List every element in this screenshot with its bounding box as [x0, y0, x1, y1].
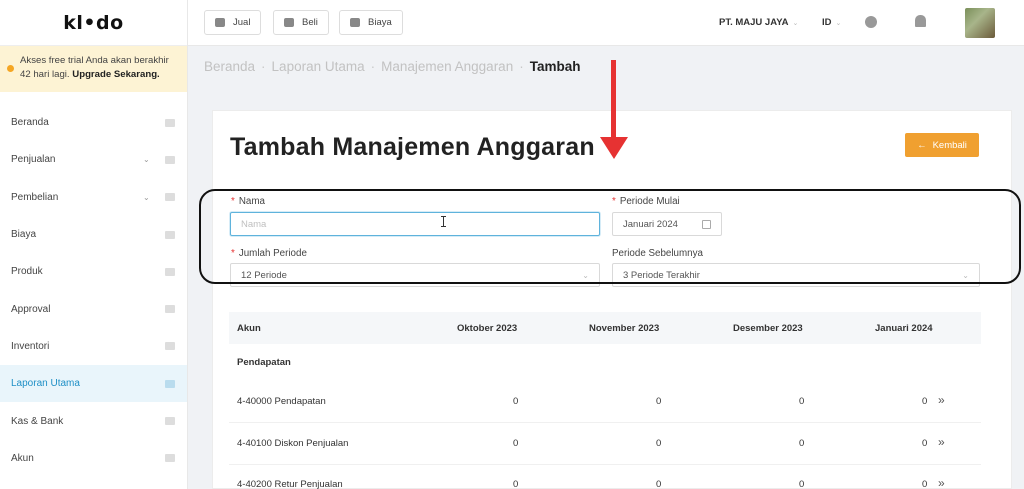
cell-value[interactable]: 0	[922, 438, 927, 449]
chevron-down-icon: ⌄	[792, 20, 799, 27]
sidebar-item-label: Approval	[11, 303, 51, 315]
sidebar-item-label: Beranda	[11, 117, 49, 129]
back-label: Kembali	[932, 139, 967, 151]
cell-value[interactable]: 0	[799, 396, 804, 407]
sidebar-item-label: Produk	[11, 266, 43, 278]
breadcrumb-beranda[interactable]: Beranda	[204, 59, 255, 74]
sidebar-item-penjualan[interactable]: Penjualan ⌄	[0, 141, 187, 178]
chart-icon	[165, 379, 175, 388]
chevron-down-icon: ⌄	[835, 20, 842, 27]
logo-area: kl•do	[0, 0, 187, 46]
sidebar-item-biaya[interactable]: Biaya	[0, 216, 187, 253]
annotation-arrow-head	[600, 137, 628, 159]
sidebar-item-approval[interactable]: Approval	[0, 290, 187, 327]
beli-button[interactable]: Beli	[273, 10, 329, 35]
akun-name: 4-40100 Diskon Penjualan	[237, 438, 349, 449]
annotation-highlight-box	[199, 189, 1021, 284]
col-januari: Januari 2024	[875, 323, 933, 334]
akun-name: 4-40000 Pendapatan	[237, 396, 326, 407]
cell-value[interactable]: 0	[513, 438, 518, 449]
cell-value[interactable]: 0	[513, 396, 518, 407]
logo[interactable]: kl•do	[63, 12, 123, 34]
col-desember: Desember 2023	[733, 323, 803, 334]
trial-banner: Akses free trial Anda akan berakhir 42 h…	[0, 46, 187, 92]
row-divider	[229, 464, 981, 465]
wallet-icon	[165, 230, 175, 239]
sidebar: kl•do Akses free trial Anda akan berakhi…	[0, 0, 188, 489]
biaya-button[interactable]: Biaya	[339, 10, 403, 35]
language-selector[interactable]: ID ⌄	[822, 17, 841, 28]
table-header: Akun Oktober 2023 November 2023 Desember…	[229, 312, 981, 344]
avatar[interactable]	[965, 8, 995, 38]
beli-label: Beli	[302, 17, 318, 28]
col-akun: Akun	[237, 323, 261, 334]
company-name: PT. MAJU JAYA	[719, 17, 789, 28]
top-bar: Jual Beli Biaya PT. MAJU JAYA ⌄ ID ⌄	[188, 0, 1024, 46]
sidebar-item-pembelian[interactable]: Pembelian ⌄	[0, 179, 187, 216]
breadcrumb-manajemen-anggaran[interactable]: Manajemen Anggaran	[381, 59, 513, 74]
cart-icon	[165, 155, 175, 164]
warehouse-icon	[165, 342, 175, 351]
sidebar-item-label: Laporan Utama	[11, 378, 80, 390]
bag-icon	[165, 193, 175, 202]
sidebar-item-label: Kas & Bank	[11, 415, 64, 427]
arrow-left-icon: ←	[917, 139, 927, 151]
sidebar-item-beranda[interactable]: Beranda	[0, 104, 187, 141]
sidebar-nav: Beranda Penjualan ⌄ Pembelian ⌄ Biaya Prod…	[0, 104, 187, 477]
sidebar-item-label: Pembelian	[11, 191, 59, 203]
chevron-down-icon: ⌄	[143, 192, 150, 202]
annotation-arrow-shaft	[611, 60, 616, 138]
check-icon	[165, 305, 175, 314]
sidebar-item-kas-bank[interactable]: Kas & Bank	[0, 402, 187, 439]
back-button[interactable]: ← Kembali	[905, 133, 979, 157]
warning-dot-icon	[7, 65, 14, 72]
akun-name: 4-40200 Retur Penjualan	[237, 479, 343, 489]
home-icon	[165, 118, 175, 127]
sidebar-item-label: Akun	[11, 452, 34, 464]
upgrade-link[interactable]: Upgrade Sekarang.	[72, 69, 159, 80]
sidebar-item-label: Penjualan	[11, 154, 56, 166]
cell-value[interactable]: 0	[656, 479, 661, 489]
col-november: November 2023	[589, 323, 660, 334]
cart-icon	[215, 18, 225, 27]
language-code: ID	[822, 17, 832, 28]
wallet-icon	[350, 18, 360, 27]
jual-label: Jual	[233, 17, 251, 28]
cell-value[interactable]: 0	[922, 479, 927, 489]
sidebar-item-inventori[interactable]: Inventori	[0, 328, 187, 365]
sidebar-item-laporan-utama[interactable]: Laporan Utama	[0, 365, 187, 403]
breadcrumb-laporan-utama[interactable]: Laporan Utama	[272, 59, 365, 74]
cell-value[interactable]: 0	[799, 479, 804, 489]
breadcrumb: Beranda · Laporan Utama · Manajemen Anggaran…	[204, 59, 581, 74]
double-chevron-right-icon[interactable]: »	[938, 435, 945, 449]
col-oktober: Oktober 2023	[457, 323, 518, 334]
double-chevron-right-icon[interactable]: »	[938, 393, 945, 407]
row-divider	[229, 422, 981, 423]
cell-value[interactable]: 0	[656, 438, 661, 449]
company-selector[interactable]: PT. MAJU JAYA ⌄	[719, 17, 798, 28]
sidebar-item-label: Inventori	[11, 340, 50, 352]
double-chevron-right-icon[interactable]: »	[938, 476, 945, 489]
coin-icon	[165, 417, 175, 426]
sidebar-item-akun[interactable]: Akun	[0, 440, 187, 477]
breadcrumb-current: Tambah	[529, 59, 581, 74]
form-card	[212, 110, 1012, 489]
cell-value[interactable]: 0	[513, 479, 518, 489]
chevron-down-icon: ⌄	[143, 155, 150, 165]
ledger-icon	[165, 454, 175, 463]
page-title: Tambah Manajemen Anggaran	[230, 133, 595, 161]
sidebar-item-label: Biaya	[11, 229, 37, 241]
cell-value[interactable]: 0	[799, 438, 804, 449]
bag-icon	[284, 18, 294, 27]
sidebar-item-produk[interactable]: Produk	[0, 253, 187, 290]
jual-button[interactable]: Jual	[204, 10, 262, 35]
bell-icon[interactable]	[915, 15, 926, 27]
cell-value[interactable]: 0	[922, 396, 927, 407]
box-icon	[165, 267, 175, 276]
biaya-label: Biaya	[368, 17, 392, 28]
cell-value[interactable]: 0	[656, 396, 661, 407]
clock-icon[interactable]	[865, 16, 877, 28]
